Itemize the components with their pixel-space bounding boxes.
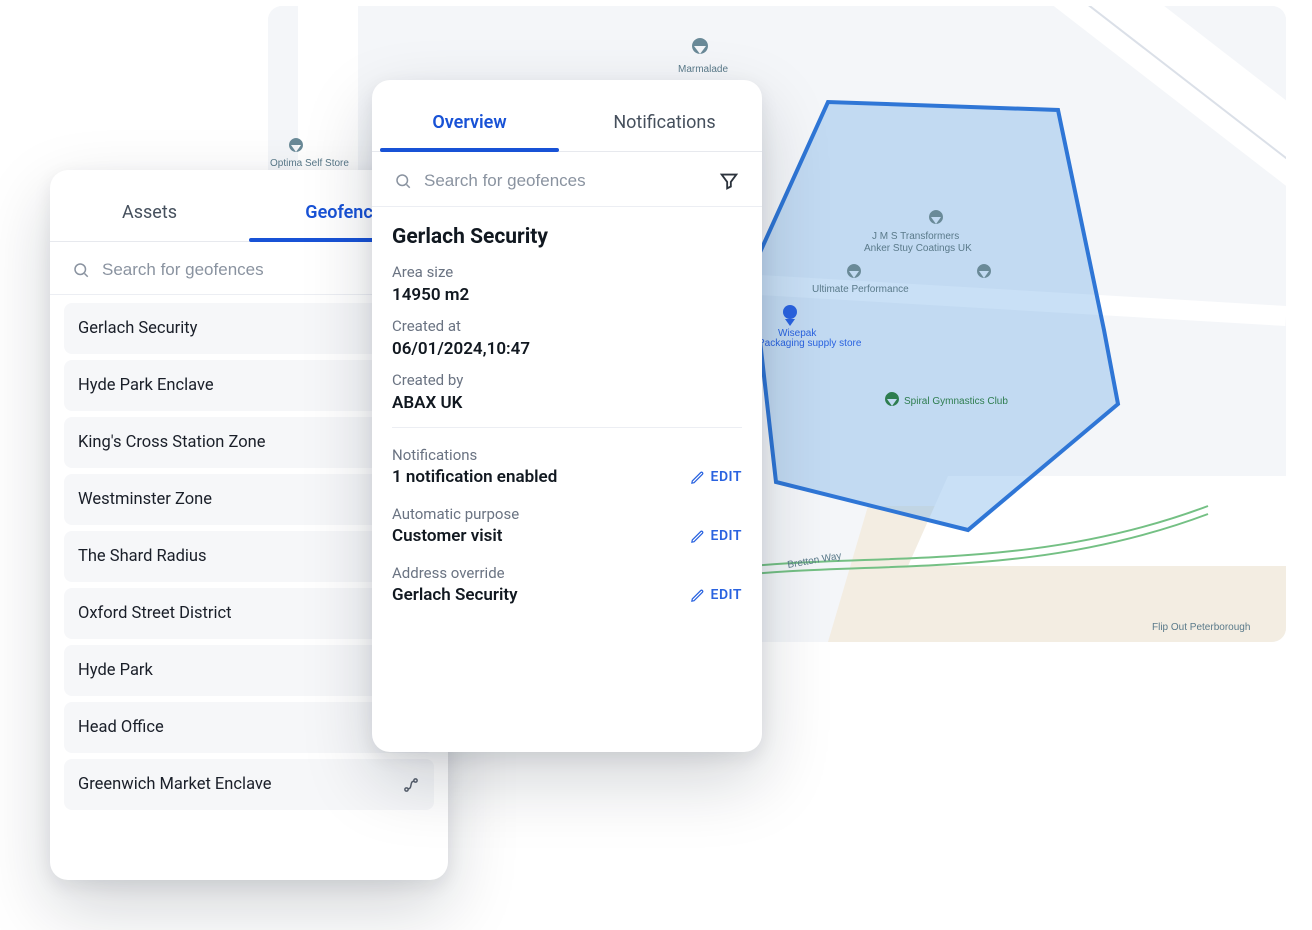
detail-search-row xyxy=(372,152,762,207)
detail-search-input[interactable] xyxy=(424,171,706,191)
edit-address-button[interactable]: EDIT xyxy=(690,587,742,605)
route-icon xyxy=(402,776,420,794)
tab-assets[interactable]: Assets xyxy=(50,180,249,241)
svg-text:Ultimate Performance: Ultimate Performance xyxy=(812,284,909,295)
geofence-title: Gerlach Security xyxy=(392,225,742,249)
search-icon xyxy=(72,261,90,279)
filter-icon[interactable] xyxy=(718,170,740,192)
pencil-icon xyxy=(690,529,705,544)
list-item[interactable]: Greenwich Market Enclave xyxy=(64,759,434,810)
svg-text:Optima Self Store: Optima Self Store xyxy=(270,158,349,169)
purpose-setting: Automatic purpose Customer visit EDIT xyxy=(392,505,742,546)
tab-notifications[interactable]: Notifications xyxy=(567,90,762,151)
svg-text:Packaging supply store: Packaging supply store xyxy=(758,338,862,349)
tab-overview[interactable]: Overview xyxy=(372,90,567,151)
search-icon xyxy=(394,172,412,190)
detail-body: Gerlach Security Area size 14950 m2 Crea… xyxy=(372,207,762,627)
edit-notifications-button[interactable]: EDIT xyxy=(690,469,742,487)
notifications-setting: Notifications 1 notification enabled EDI… xyxy=(392,446,742,487)
created-at: Created at 06/01/2024,10:47 xyxy=(392,317,742,359)
area-size: Area size 14950 m2 xyxy=(392,263,742,305)
divider xyxy=(392,427,742,428)
pencil-icon xyxy=(690,470,705,485)
pencil-icon xyxy=(690,588,705,603)
edit-purpose-button[interactable]: EDIT xyxy=(690,528,742,546)
created-by: Created by ABAX UK xyxy=(392,371,742,413)
svg-text:Marmalade: Marmalade xyxy=(678,64,728,75)
detail-card: Overview Notifications Gerlach Security … xyxy=(372,80,762,752)
svg-text:Anker Stuy Coatings UK: Anker Stuy Coatings UK xyxy=(864,243,972,254)
detail-tabs: Overview Notifications xyxy=(372,80,762,152)
svg-text:Spiral Gymnastics Club: Spiral Gymnastics Club xyxy=(904,396,1008,407)
svg-text:J M S Transformers: J M S Transformers xyxy=(872,231,959,242)
address-setting: Address override Gerlach Security EDIT xyxy=(392,564,742,605)
svg-text:Flip Out Peterborough: Flip Out Peterborough xyxy=(1152,622,1250,633)
